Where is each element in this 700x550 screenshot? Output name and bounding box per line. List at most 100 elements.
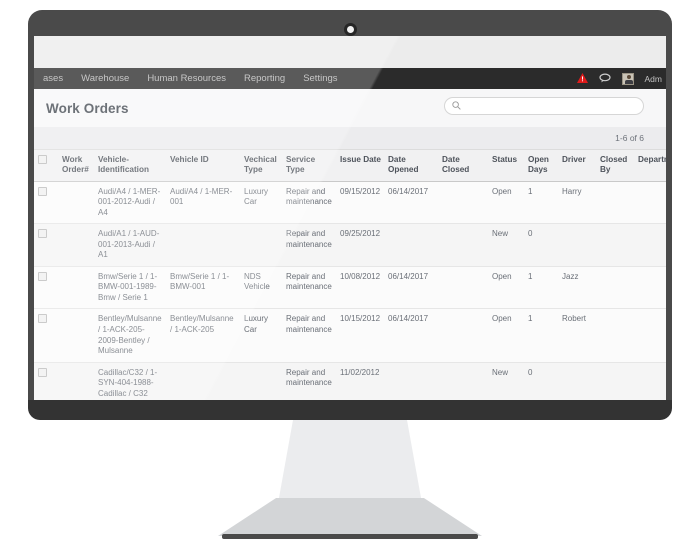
cell-department[interactable] (634, 181, 666, 225)
cell-vehicle-id[interactable]: Bentley/Mulsanne / 1-ACK-205 (166, 308, 240, 363)
row-select-cell[interactable] (34, 266, 58, 310)
nav-item-human-resources[interactable]: Human Resources (138, 68, 235, 89)
warning-triangle-icon[interactable] (576, 71, 588, 87)
nav-item-settings[interactable]: Settings (294, 68, 346, 89)
nav-item-ases[interactable]: ases (34, 68, 72, 89)
row-select-cell[interactable] (34, 223, 58, 267)
cell-work-order[interactable] (58, 308, 94, 363)
monitor-stand-foot (222, 534, 478, 539)
search-input[interactable] (465, 100, 636, 112)
cell-driver[interactable]: Robert (558, 308, 596, 363)
cell-closed-by[interactable] (596, 308, 634, 363)
row-select-cell[interactable] (34, 181, 58, 225)
cell-work-order (58, 223, 94, 267)
nav-item-reporting[interactable]: Reporting (235, 68, 294, 89)
col-open-days[interactable]: Open Days (524, 149, 558, 182)
row-select-cell[interactable] (34, 362, 58, 400)
row-checkbox[interactable] (38, 229, 47, 239)
cell-vehicle-identification[interactable]: Bentley/Mulsanne / 1-ACK-205-2009-Bentle… (94, 308, 166, 363)
user-avatar-icon[interactable] (621, 72, 634, 85)
cell-service-type[interactable]: Repair and maintenance (282, 266, 336, 310)
table-row[interactable]: Bentley/Mulsanne / 1-ACK-205-2009-Bentle… (34, 308, 666, 363)
nav-item-warehouse[interactable]: Warehouse (72, 68, 138, 89)
cell-vehicle-type (240, 362, 282, 400)
table-row[interactable]: Audi/A1 / 1-AUD-001-2013-Audi / A1 Repair… (34, 223, 666, 267)
cell-issue-date[interactable]: 10/15/2012 (336, 308, 384, 363)
cell-closed-by (596, 362, 634, 400)
cell-open-days[interactable]: 1 (524, 181, 558, 225)
col-date-opened[interactable]: Date Opened (384, 149, 438, 182)
col-vehicle-id[interactable]: Vehicle ID (166, 149, 240, 182)
cell-status[interactable]: Open (488, 266, 524, 310)
cell-date-closed[interactable] (438, 266, 488, 310)
col-date-closed[interactable]: Date Closed (438, 149, 488, 182)
cell-service-type[interactable]: Repair and maintenance (282, 308, 336, 363)
user-name-label: Adm (644, 73, 662, 84)
screen: ases Warehouse Human Resources Reporting… (34, 36, 666, 400)
pagination-bar: 1-6 of 6 (34, 127, 666, 149)
cell-date-opened[interactable]: 06/14/2017 (384, 308, 438, 363)
work-orders-table-container: Work Order# Vehicle-Identification Vehic… (34, 149, 666, 400)
cell-department[interactable] (634, 266, 666, 310)
cell-issue-date[interactable]: 10/08/2012 (336, 266, 384, 310)
cell-vehicle-type[interactable]: NDS Vehicle (240, 266, 282, 310)
search-icon (452, 97, 461, 115)
cell-vehicle-identification: Cadillac/C32 / 1-SYN-404-1988-Cadillac /… (94, 362, 166, 400)
cell-date-closed (438, 362, 488, 400)
table-row[interactable]: Cadillac/C32 / 1-SYN-404-1988-Cadillac /… (34, 362, 666, 400)
cell-closed-by[interactable] (596, 266, 634, 310)
cell-open-days: 0 (524, 362, 558, 400)
webcam-dot-icon (343, 23, 357, 36)
work-orders-table: Work Order# Vehicle-Identification Vehic… (34, 149, 666, 400)
cell-department[interactable] (634, 308, 666, 363)
cell-issue-date[interactable]: 09/15/2012 (336, 181, 384, 225)
cell-date-closed[interactable] (438, 181, 488, 225)
row-checkbox[interactable] (38, 271, 47, 281)
search-box[interactable] (444, 97, 644, 115)
cell-vehicle-identification[interactable]: Bmw/Serie 1 / 1-BMW-001-1989-Bmw / Serie… (94, 266, 166, 310)
table-row[interactable]: Audi/A4 / 1-MER-001-2012-Audi / A4 Audi/A… (34, 181, 666, 225)
cell-open-days[interactable]: 1 (524, 266, 558, 310)
col-driver[interactable]: Driver (558, 149, 596, 182)
row-checkbox[interactable] (38, 186, 47, 196)
cell-vehicle-identification[interactable]: Audi/A4 / 1-MER-001-2012-Audi / A4 (94, 181, 166, 225)
select-all-checkbox[interactable] (38, 155, 47, 164)
cell-work-order[interactable] (58, 181, 94, 225)
cell-vehicle-type[interactable]: Luxury Car (240, 181, 282, 225)
table-row[interactable]: Bmw/Serie 1 / 1-BMW-001-1989-Bmw / Serie… (34, 266, 666, 310)
cell-open-days[interactable]: 1 (524, 308, 558, 363)
cell-vehicle-type[interactable]: Luxury Car (240, 308, 282, 363)
cell-date-opened[interactable]: 06/14/2017 (384, 266, 438, 310)
chat-bubble-icon[interactable] (598, 71, 611, 87)
cell-date-closed[interactable] (438, 308, 488, 363)
row-checkbox[interactable] (38, 314, 47, 324)
col-status[interactable]: Status (488, 149, 524, 182)
row-select-cell[interactable] (34, 308, 58, 363)
col-vehicle-identification[interactable]: Vehicle-Identification (94, 149, 166, 182)
cell-date-opened[interactable]: 06/14/2017 (384, 181, 438, 225)
col-vehicle-type[interactable]: Vechical Type (240, 149, 282, 182)
cell-work-order (58, 362, 94, 400)
cell-service-type: Repair and maintenance (282, 362, 336, 400)
col-department[interactable]: Department (634, 149, 666, 182)
cell-vehicle-id[interactable]: Bmw/Serie 1 / 1-BMW-001 (166, 266, 240, 310)
col-issue-date[interactable]: Issue Date (336, 149, 384, 182)
cell-status[interactable]: Open (488, 181, 524, 225)
select-all-cell[interactable] (34, 149, 58, 182)
row-checkbox[interactable] (38, 367, 47, 377)
cell-work-order[interactable] (58, 266, 94, 310)
cell-driver[interactable]: Harry (558, 181, 596, 225)
col-work-order[interactable]: Work Order# (58, 149, 94, 182)
cell-status: New (488, 362, 524, 400)
cell-driver[interactable]: Jazz (558, 266, 596, 310)
cell-vehicle-id[interactable]: Audi/A4 / 1-MER-001 (166, 181, 240, 225)
cell-vehicle-identification: Audi/A1 / 1-AUD-001-2013-Audi / A1 (94, 223, 166, 267)
cell-status[interactable]: Open (488, 308, 524, 363)
col-service-type[interactable]: Service Type (282, 149, 336, 182)
cell-vehicle-id (166, 362, 240, 400)
col-closed-by[interactable]: Closed By (596, 149, 634, 182)
cell-issue-date: 11/02/2012 (336, 362, 384, 400)
page-title: Work Orders (46, 100, 129, 116)
cell-closed-by[interactable] (596, 181, 634, 225)
cell-service-type[interactable]: Repair and maintenance (282, 181, 336, 225)
